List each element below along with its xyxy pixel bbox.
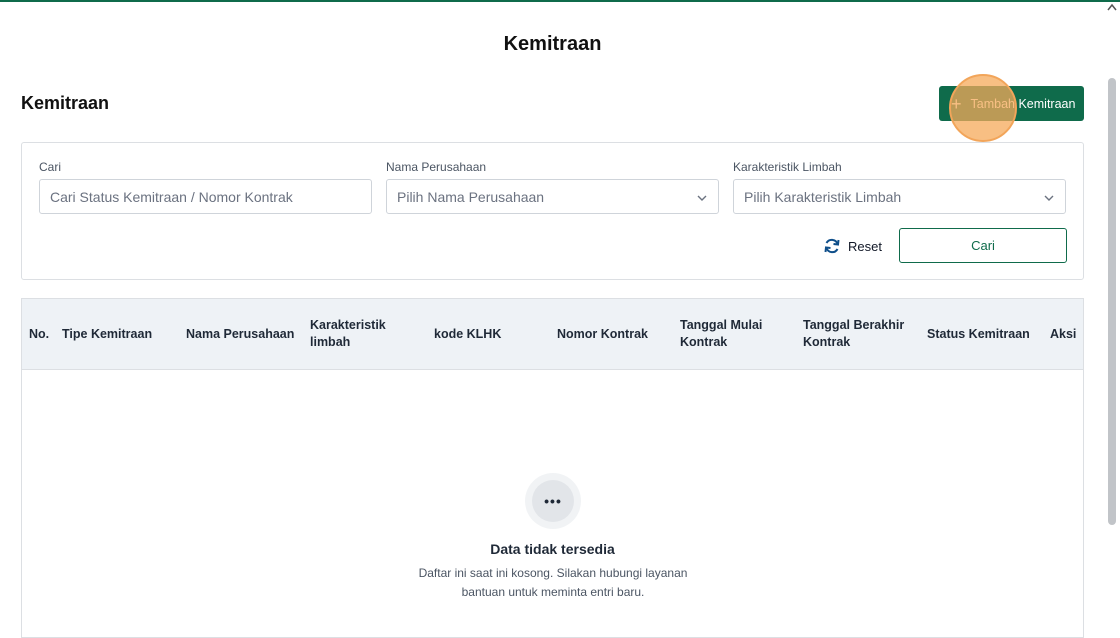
column-header-tanggal-mulai: Tanggal Mulai Kontrak — [680, 318, 763, 349]
column-header-nama-perusahaan: Nama Perusahaan — [186, 326, 295, 341]
reset-label: Reset — [848, 238, 882, 254]
search-button[interactable]: Cari — [899, 228, 1067, 263]
top-accent-bar — [0, 0, 1120, 2]
scroll-up-arrow-icon[interactable] — [1107, 3, 1117, 11]
search-label: Cari — [39, 160, 62, 174]
waste-select[interactable]: Pilih Karakteristik Limbah — [733, 179, 1066, 214]
add-kemitraan-label: Tambah Kemitraan — [970, 96, 1076, 111]
company-select-placeholder: Pilih Nama Perusahaan — [397, 188, 545, 205]
empty-state-title: Data tidak tersedia — [490, 541, 615, 557]
waste-label: Karakteristik Limbah — [733, 160, 842, 174]
add-kemitraan-button[interactable]: + Tambah Kemitraan — [939, 86, 1084, 121]
column-header-kode-klhk: kode KLHK — [434, 326, 502, 341]
reset-button[interactable]: Reset — [823, 235, 882, 257]
page-scrollbar[interactable] — [1108, 78, 1116, 525]
chevron-down-icon — [697, 195, 707, 201]
partnership-table: No. Tipe Kemitraan Nama Perusahaan Karak… — [21, 298, 1084, 638]
empty-state-icon: ••• — [525, 473, 581, 529]
refresh-icon — [824, 238, 840, 254]
column-header-tanggal-berakhir: Tanggal Berakhir Kontrak — [803, 318, 905, 349]
company-select[interactable]: Pilih Nama Perusahaan — [386, 179, 719, 214]
column-header-status-kemitraan: Status Kemitraan — [927, 326, 1030, 341]
plus-icon: + — [951, 93, 962, 114]
section-title: Kemitraan — [21, 93, 110, 113]
filter-panel: Cari Nama Perusahaan Pilih Nama Perusaha… — [21, 142, 1084, 280]
company-label: Nama Perusahaan — [386, 160, 487, 174]
more-horizontal-icon: ••• — [532, 480, 574, 522]
chevron-down-icon — [1044, 195, 1054, 201]
table-header: No. Tipe Kemitraan Nama Perusahaan Karak… — [22, 299, 1083, 370]
column-header-aksi: Aksi — [1050, 326, 1077, 341]
column-header-karakteristik-limbah: Karakteristik limbah — [310, 318, 386, 349]
waste-select-placeholder: Pilih Karakteristik Limbah — [744, 188, 902, 205]
column-header-nomor-kontrak: Nomor Kontrak — [557, 326, 648, 341]
column-header-tipe-kemitraan: Tipe Kemitraan — [62, 326, 153, 341]
page-title: Kemitraan — [503, 33, 602, 55]
search-input[interactable] — [39, 179, 372, 214]
empty-state-description: Daftar ini saat ini kosong. Silakan hubu… — [418, 566, 688, 599]
